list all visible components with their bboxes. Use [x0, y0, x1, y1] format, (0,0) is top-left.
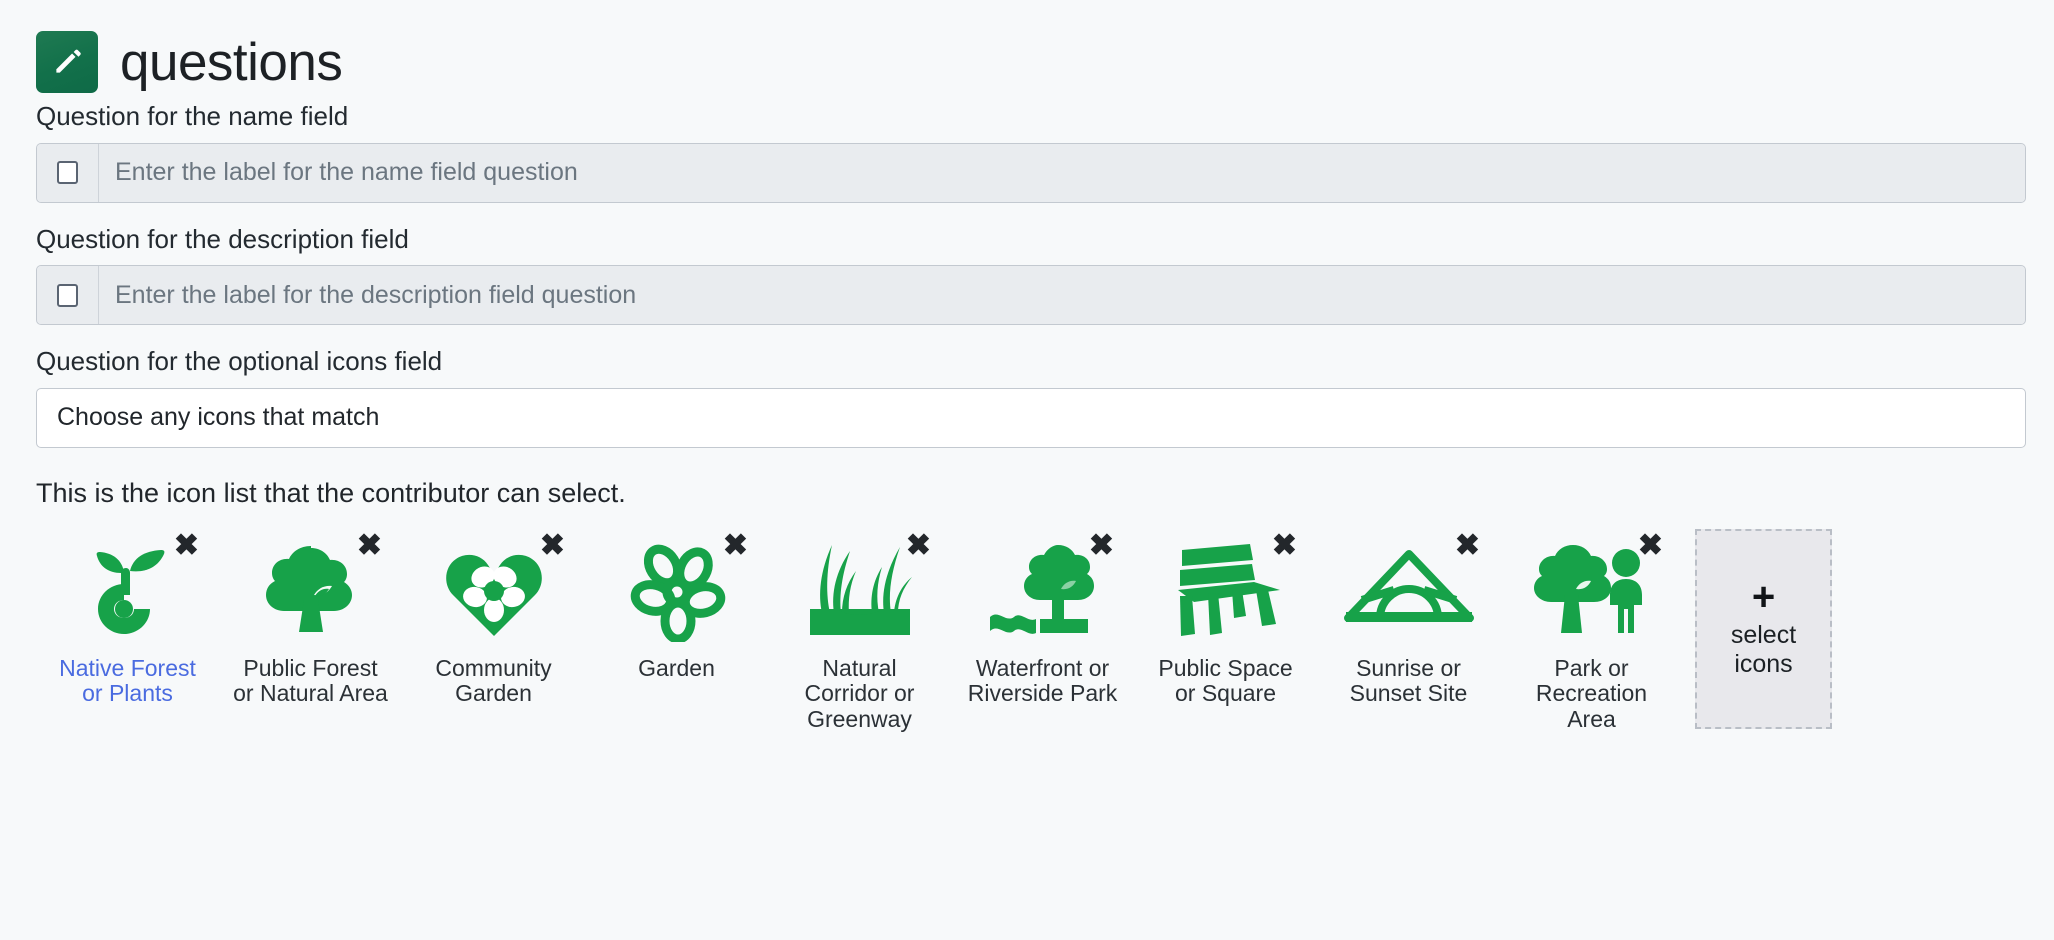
icon-art-wrap: ✖	[1156, 530, 1298, 649]
remove-icon[interactable]: ✖	[1089, 530, 1115, 560]
icons-field-block: Question for the optional icons field	[36, 345, 2026, 448]
checkbox-icon[interactable]	[57, 283, 78, 307]
icon-art-wrap: ✖	[973, 530, 1115, 649]
icon-item-public-forest-or-natural-area[interactable]: ✖ Public Forest or Natural Area	[219, 523, 402, 708]
select-icons-label-line1: select	[1730, 620, 1797, 649]
icon-item-garden[interactable]: ✖ Garden	[585, 523, 768, 682]
icon-item-public-space-or-square[interactable]: ✖ Public Space or Square	[1134, 523, 1317, 708]
icon-item-native-forest-or-plants[interactable]: ✖ Native Forest or Plants	[36, 523, 219, 708]
icon-label: Public Forest or Natural Area	[233, 654, 388, 707]
icons-question-input[interactable]	[36, 387, 2026, 448]
description-field-label: Question for the description field	[36, 223, 409, 254]
icon-list: ✖ Native Forest or Plants ✖ Public Fores…	[36, 523, 2018, 733]
name-question-checkbox-addon[interactable]	[37, 143, 99, 202]
icon-art-wrap: ✖	[607, 530, 749, 649]
page-title: questions	[120, 32, 343, 92]
description-question-input-group	[36, 265, 2026, 325]
remove-icon[interactable]: ✖	[1638, 530, 1664, 560]
icon-item-community-garden[interactable]: ✖ Community Garden	[402, 523, 585, 708]
icon-item-natural-corridor-or-greenway[interactable]: ✖ Natural Corridor or Greenway	[768, 523, 951, 733]
icons-field-label: Question for the optional icons field	[36, 346, 443, 376]
seedling-sprout-icon	[96, 549, 164, 634]
questions-editor-page: questions Question for the name field Qu…	[0, 0, 2054, 940]
heart-flower-icon	[445, 554, 542, 636]
icon-label: Natural Corridor or Greenway	[804, 654, 915, 732]
name-field-label: Question for the name field	[36, 101, 349, 131]
icon-art-wrap: ✖	[790, 530, 932, 649]
remove-icon[interactable]: ✖	[723, 530, 749, 560]
icon-label[interactable]: Native Forest or Plants	[48, 655, 208, 708]
icon-art-wrap: ✖	[58, 530, 200, 649]
flower-outline-icon	[630, 544, 725, 642]
tree-water-icon	[989, 544, 1094, 634]
icon-label: Park or Recreation Area	[1535, 654, 1648, 732]
pencil-icon	[36, 31, 98, 93]
name-field-block: Question for the name field	[36, 100, 2026, 203]
park-bench-icon	[1177, 543, 1280, 636]
icon-art-wrap: ✖	[1522, 530, 1664, 649]
icon-art-wrap: ✖	[241, 530, 383, 649]
page-header: questions	[36, 0, 2018, 96]
description-question-input[interactable]	[99, 266, 2025, 324]
description-field-block: Question for the description field	[36, 223, 2026, 325]
icon-item-waterfront-or-riverside-park[interactable]: ✖ Waterfront or Riverside Park	[951, 523, 1134, 708]
description-question-checkbox-addon[interactable]	[37, 266, 99, 324]
remove-icon[interactable]: ✖	[1455, 530, 1481, 560]
icon-list-help-text: This is the icon list that the contribut…	[36, 477, 626, 508]
remove-icon[interactable]: ✖	[174, 530, 200, 560]
name-question-input-group	[36, 142, 2026, 203]
grass-icon	[809, 544, 912, 635]
remove-icon[interactable]: ✖	[357, 530, 383, 560]
remove-icon[interactable]: ✖	[540, 530, 566, 560]
name-question-input[interactable]	[99, 143, 2025, 202]
select-icons-label-line2: icons	[1734, 649, 1793, 678]
icon-label: Public Space or Square	[1158, 654, 1293, 707]
icon-art-wrap: ✖	[1339, 530, 1481, 649]
tree-icon	[265, 545, 352, 632]
select-icons-button[interactable]: + select icons	[1695, 528, 1832, 729]
icon-label: Waterfront or Riverside Park	[967, 654, 1118, 707]
remove-icon[interactable]: ✖	[1272, 530, 1298, 560]
icon-label: Garden	[638, 654, 715, 681]
icon-art-wrap: ✖	[424, 530, 566, 649]
icon-item-park-or-recreation-area[interactable]: ✖ Park or Recreation Area	[1500, 523, 1683, 733]
remove-icon[interactable]: ✖	[906, 530, 932, 560]
icon-item-sunrise-or-sunset-site[interactable]: ✖ Sunrise or Sunset Site	[1317, 523, 1500, 708]
icon-label: Sunrise or Sunset Site	[1349, 654, 1468, 707]
icon-label: Community Garden	[435, 654, 552, 707]
tree-person-icon	[1533, 544, 1642, 633]
checkbox-icon[interactable]	[57, 161, 78, 184]
plus-icon: +	[1751, 574, 1776, 619]
